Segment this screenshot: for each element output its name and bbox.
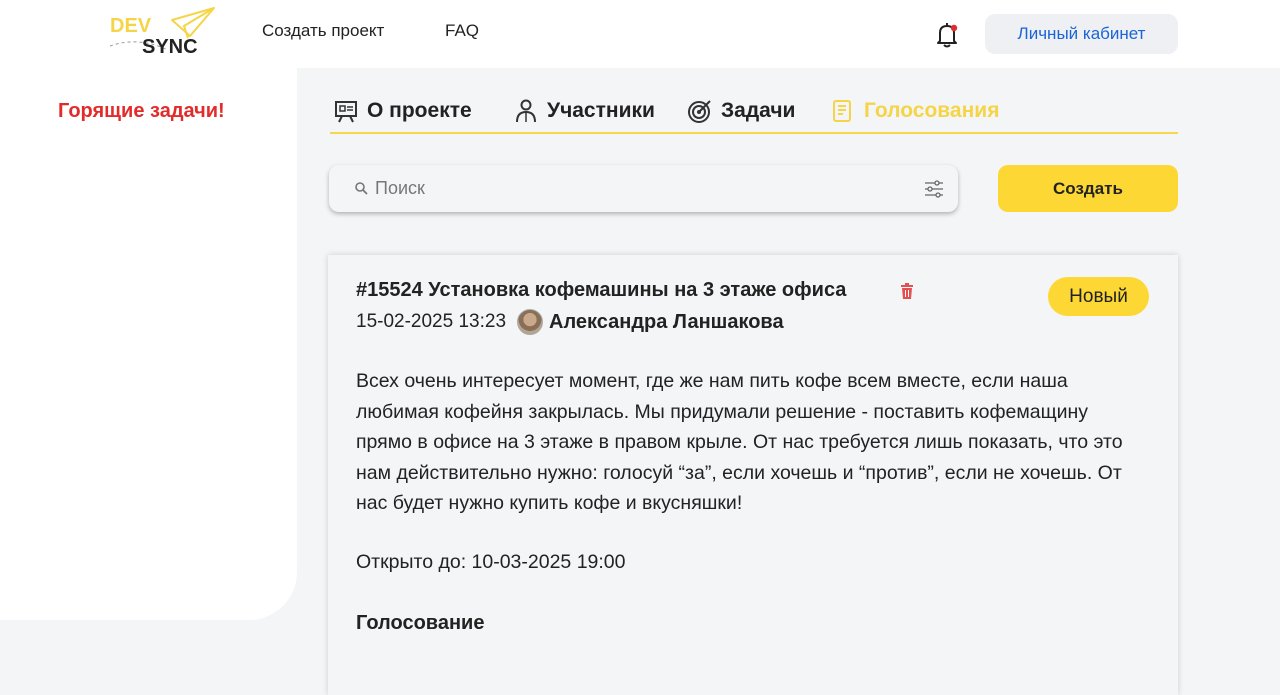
hot-tasks-link[interactable]: Горящие задачи! — [58, 100, 225, 123]
status-badge: Новый — [1048, 277, 1149, 316]
presentation-icon — [335, 101, 357, 123]
search-input[interactable] — [375, 173, 905, 204]
tab-about-label: О проекте — [367, 99, 472, 122]
tab-tasks[interactable]: Задачи — [687, 98, 795, 124]
ballot-icon — [833, 100, 851, 122]
author-name[interactable]: Александра Ланшакова — [549, 311, 784, 334]
team-icon — [516, 99, 536, 123]
search-box — [329, 165, 958, 212]
nav-faq[interactable]: FAQ — [445, 21, 479, 41]
poll-meta: 15-02-2025 13:23 Александра Ланшакова — [356, 308, 784, 336]
filter-settings-icon[interactable] — [923, 178, 945, 200]
tab-about[interactable]: О проекте — [333, 98, 472, 124]
project-tabs: О проекте Участники Задачи Голосования — [330, 94, 1178, 134]
tab-votes-label: Голосования — [864, 99, 1000, 122]
sidebar: Горящие задачи! — [0, 68, 297, 620]
devsync-logo[interactable]: DEV SYNC — [108, 6, 218, 58]
header: DEV SYNC Создать проект FAQ Личный кабин… — [0, 0, 1280, 68]
tab-votes[interactable]: Голосования — [830, 98, 999, 124]
poll-description: Всех очень интересует момент, где же нам… — [356, 370, 1123, 514]
poll-card: #15524 Установка кофемашины на 3 этаже о… — [328, 255, 1178, 695]
search-icon — [355, 182, 368, 195]
tab-members-label: Участники — [547, 99, 655, 122]
create-poll-button[interactable]: Создать — [998, 165, 1178, 212]
logo-text-top: DEV — [110, 15, 152, 37]
target-icon — [688, 100, 711, 123]
nav-create-project[interactable]: Создать проект — [262, 21, 384, 41]
tab-members[interactable]: Участники — [513, 98, 655, 124]
poll-title: #15524 Установка кофемашины на 3 этаже о… — [356, 279, 847, 301]
bell-icon[interactable] — [932, 20, 962, 50]
tab-tasks-label: Задачи — [721, 99, 796, 122]
poll-date: 15-02-2025 13:23 — [356, 311, 507, 332]
open-until: Открыто до: 10-03-2025 19:00 — [356, 551, 626, 573]
account-button[interactable]: Личный кабинет — [985, 14, 1178, 54]
avatar[interactable] — [517, 309, 544, 335]
trash-icon[interactable] — [900, 283, 914, 299]
voting-heading: Голосование — [356, 612, 485, 634]
notification-dot — [950, 24, 958, 32]
logo-text-bottom: SYNC — [142, 36, 198, 58]
